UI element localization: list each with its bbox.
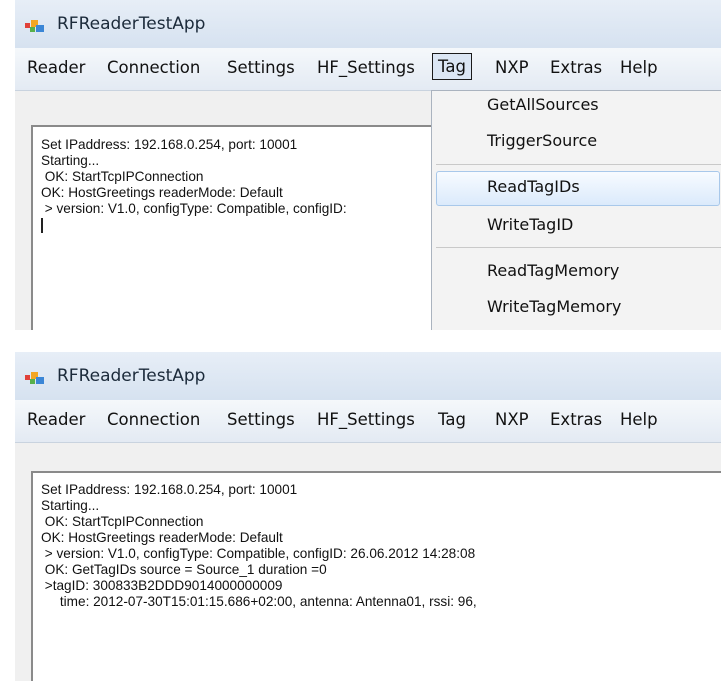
log-textbox[interactable]: Set IPaddress: 192.168.0.254, port: 1000…	[31, 471, 721, 681]
log-line: >tagID: 300833B2DDD9014000000009	[41, 578, 283, 593]
log-line: Starting...	[41, 153, 100, 168]
log-line: OK: HostGreetings readerMode: Default	[41, 530, 283, 545]
log-line: Set IPaddress: 192.168.0.254, port: 1000…	[41, 137, 298, 152]
window-reader-app-results: RFReaderTestApp Reader Connection Settin…	[15, 352, 721, 681]
menu-connection[interactable]: Connection	[107, 410, 200, 429]
menu-help[interactable]: Help	[620, 410, 658, 429]
text-caret	[41, 218, 43, 233]
menu-bar: Reader Connection Settings HF_Settings T…	[15, 48, 721, 91]
log-line: Starting...	[41, 498, 100, 513]
log-line: > version: V1.0, configType: Compatible,…	[41, 201, 347, 216]
menu-reader[interactable]: Reader	[27, 410, 85, 429]
app-icon	[25, 372, 44, 384]
menu-hf-settings[interactable]: HF_Settings	[317, 410, 415, 429]
menu-extras[interactable]: Extras	[550, 58, 602, 77]
log-line: > version: V1.0, configType: Compatible,…	[41, 546, 476, 561]
menu-tag[interactable]: Tag	[438, 410, 466, 429]
menu-item-trigger-source[interactable]: TriggerSource	[487, 131, 597, 150]
menu-settings[interactable]: Settings	[227, 410, 295, 429]
menu-connection[interactable]: Connection	[107, 58, 200, 77]
log-line: OK: HostGreetings readerMode: Default	[41, 185, 283, 200]
menu-item-write-tag-memory[interactable]: WriteTagMemory	[487, 297, 621, 316]
menu-bar: Reader Connection Settings HF_Settings T…	[15, 400, 721, 443]
menu-separator	[436, 164, 721, 165]
menu-help[interactable]: Help	[620, 58, 658, 77]
menu-settings[interactable]: Settings	[227, 58, 295, 77]
menu-item-read-tag-ids[interactable]: ReadTagIDs	[487, 177, 580, 196]
menu-item-write-tag-id[interactable]: WriteTagID	[487, 215, 573, 234]
menu-separator	[436, 247, 721, 248]
app-icon	[25, 20, 44, 32]
menu-hf-settings[interactable]: HF_Settings	[317, 58, 415, 77]
menu-tag[interactable]: Tag	[432, 53, 472, 80]
log-line: OK: StartTcpIPConnection	[41, 169, 204, 184]
title-bar[interactable]: RFReaderTestApp	[15, 352, 721, 400]
log-line: OK: GetTagIDs source = Source_1 duration…	[41, 562, 327, 577]
title-bar[interactable]: RFReaderTestApp	[15, 0, 721, 48]
menu-nxp[interactable]: NXP	[495, 58, 529, 77]
tag-dropdown-menu: GetAllSources TriggerSource ReadTagIDs W…	[431, 90, 721, 330]
menu-reader[interactable]: Reader	[27, 58, 85, 77]
window-title: RFReaderTestApp	[57, 366, 206, 386]
menu-item-get-all-sources[interactable]: GetAllSources	[487, 95, 599, 114]
form-body: Set IPaddress: 192.168.0.254, port: 1000…	[15, 443, 721, 681]
log-line: OK: StartTcpIPConnection	[41, 514, 204, 529]
menu-extras[interactable]: Extras	[550, 410, 602, 429]
menu-nxp[interactable]: NXP	[495, 410, 529, 429]
log-line: Set IPaddress: 192.168.0.254, port: 1000…	[41, 482, 298, 497]
menu-item-read-tag-memory[interactable]: ReadTagMemory	[487, 261, 619, 280]
window-reader-app-tag-menu-open: RFReaderTestApp Reader Connection Settin…	[15, 0, 721, 330]
window-title: RFReaderTestApp	[57, 14, 206, 34]
log-line: time: 2012-07-30T15:01:15.686+02:00, ant…	[41, 594, 477, 609]
